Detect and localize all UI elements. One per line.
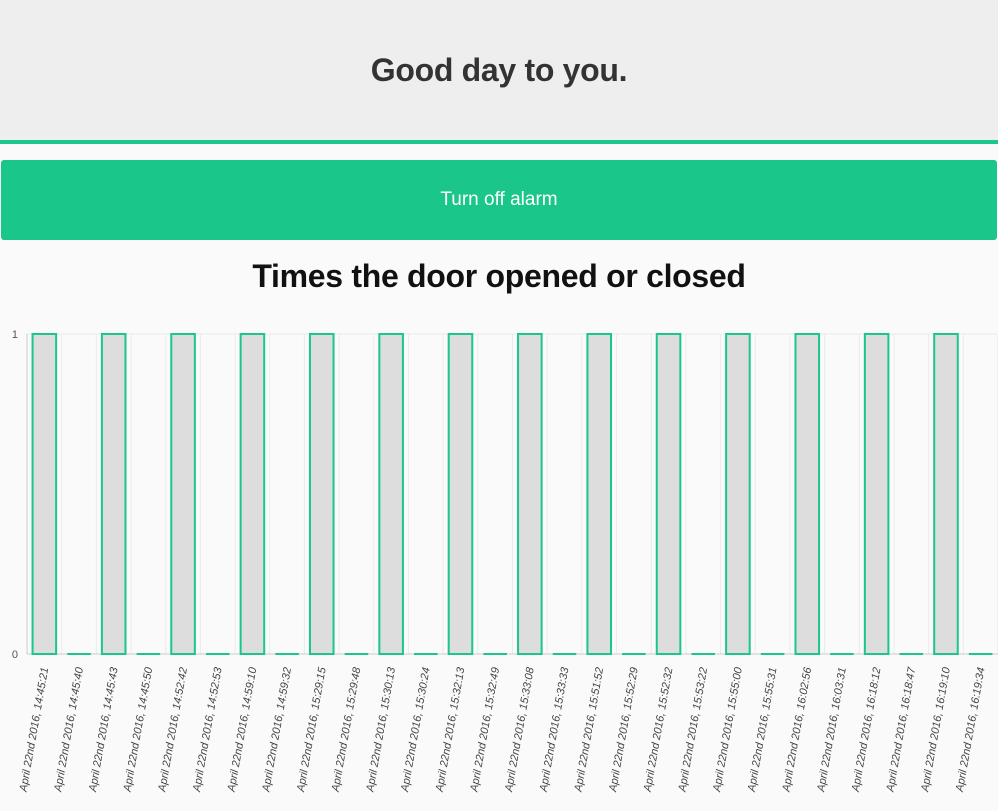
x-tick-label: April 22nd 2016, 15:33:33 [538,666,572,794]
x-tick-label: April 22nd 2016, 15:30:13 [364,666,398,794]
x-tick-label: April 22nd 2016, 15:53:22 [676,666,710,793]
bar [933,333,959,655]
x-tick-label: April 22nd 2016, 14:52:53 [191,666,225,794]
bar [378,333,404,655]
x-tick-label: April 22nd 2016, 15:51:52 [572,666,606,793]
x-tick-label: April 22nd 2016, 15:29:15 [295,666,329,794]
x-tick-label: April 22nd 2016, 16:19:10 [919,666,953,794]
x-tick-label: April 22nd 2016, 14:45:43 [87,666,121,794]
x-tick-label: April 22nd 2016, 14:52:42 [156,666,190,793]
bar [31,333,58,655]
bar [863,333,890,655]
x-tick-label: April 22nd 2016, 16:19:34 [954,666,988,793]
bar [725,333,751,655]
x-tick-label: April 22nd 2016, 16:03:31 [815,666,849,793]
x-tick-label: April 22nd 2016, 15:32:49 [468,666,502,793]
chart-title: Times the door opened or closed [252,258,746,294]
door-events-chart: 01 April 22nd 2016, 14:45:21 April 22nd 2… [12,329,998,794]
header: Good day to you. [0,0,998,144]
x-tick-label: April 22nd 2016, 15:55:00 [711,666,745,794]
bar [447,333,474,655]
x-tick-label: April 22nd 2016, 15:52:29 [607,666,641,793]
bar [586,333,612,655]
bar [517,333,543,655]
bar [794,333,821,655]
x-tick-label: April 22nd 2016, 16:18:47 [884,666,918,794]
greeting-title: Good day to you. [370,51,628,88]
x-tick-label: April 22nd 2016, 15:29:48 [330,666,364,794]
x-tick-label: April 22nd 2016, 14:45:21 [17,666,51,793]
y-tick-label: 0 [12,649,18,661]
x-tick-label: April 22nd 2016, 15:32:13 [434,666,468,794]
x-tick-label: April 22nd 2016, 16:18:12 [850,666,884,793]
x-tick-label: April 22nd 2016, 15:55:31 [746,666,780,793]
chart-x-tick-labels: April 22nd 2016, 14:45:21 April 22nd 2016… [17,666,987,794]
x-tick-label: April 22nd 2016, 16:02:56 [780,666,814,794]
bar [170,333,196,655]
y-tick-label: 1 [12,329,18,341]
x-tick-label: April 22nd 2016, 14:45:40 [52,666,86,794]
bar [100,333,127,655]
turn-off-alarm-button[interactable]: Turn off alarm [1,160,997,240]
x-tick-label: April 22nd 2016, 14:59:32 [260,666,294,793]
x-tick-label: April 22nd 2016, 15:30:24 [399,666,433,793]
chart-axes: 01 [12,329,998,661]
bar [308,333,335,655]
x-tick-label: April 22nd 2016, 14:59:10 [225,666,259,794]
x-tick-label: April 22nd 2016, 15:33:08 [503,666,537,794]
bar [655,333,682,655]
bar [239,333,266,655]
x-tick-label: April 22nd 2016, 14:45:50 [121,666,155,794]
x-tick-label: April 22nd 2016, 15:52:32 [642,666,676,793]
